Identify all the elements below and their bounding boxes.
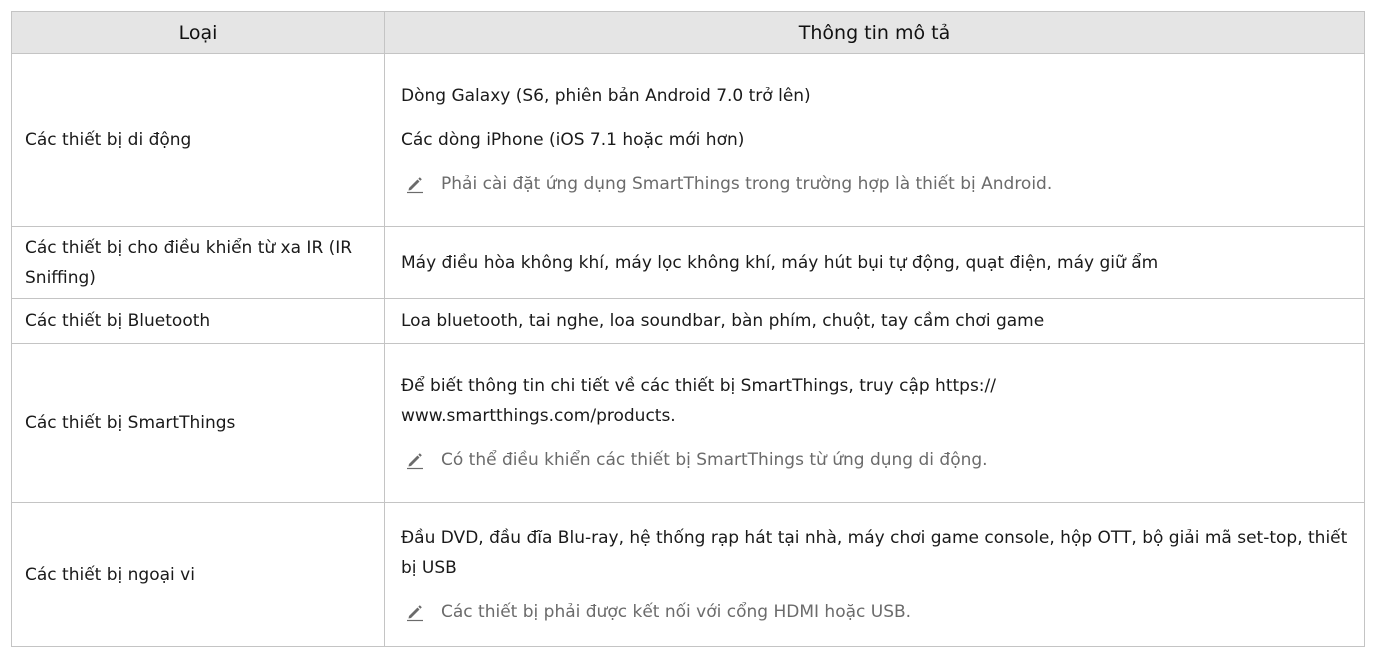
description-line: Loa bluetooth, tai nghe, loa soundbar, b…: [401, 311, 1045, 331]
note: Các thiết bị phải được kết nối với cổng …: [401, 597, 1348, 627]
header-description: Thông tin mô tả: [384, 11, 1365, 54]
note-text: Các thiết bị phải được kết nối với cổng …: [441, 601, 912, 622]
table-row: Các thiết bị SmartThings Để biết thông t…: [11, 343, 1365, 503]
note: Phải cài đặt ứng dụng SmartThings trong …: [401, 169, 1348, 199]
description-line: Máy điều hòa không khí, máy lọc không kh…: [401, 252, 1159, 273]
pencil-note-icon: [407, 177, 423, 194]
type-cell: Các thiết bị Bluetooth: [11, 298, 385, 344]
type-cell: Các thiết bị cho điều khiển từ xa IR (IR…: [11, 226, 385, 299]
table-row: Các thiết bị Bluetooth Loa bluetooth, ta…: [11, 298, 1365, 344]
table-row: Các thiết bị cho điều khiển từ xa IR (IR…: [11, 226, 1365, 299]
type-cell: Các thiết bị ngoại vi: [11, 502, 385, 647]
description-cell: Máy điều hòa không khí, máy lọc không kh…: [384, 226, 1365, 299]
pencil-note-icon: [407, 453, 423, 470]
header-type: Loại: [11, 11, 385, 54]
note: Có thể điều khiển các thiết bị SmartThin…: [401, 445, 1348, 475]
pencil-note-icon: [407, 604, 423, 621]
device-table: Loại Thông tin mô tả Các thiết bị di độn…: [11, 11, 1365, 647]
description-line: Các dòng iPhone (iOS 7.1 hoặc mới hơn): [401, 130, 745, 150]
type-cell: Các thiết bị di động: [11, 53, 385, 227]
type-cell: Các thiết bị SmartThings: [11, 343, 385, 503]
note-text: Có thể điều khiển các thiết bị SmartThin…: [441, 450, 988, 470]
table-row: Các thiết bị ngoại vi Đầu DVD, đầu đĩa B…: [11, 502, 1365, 647]
description-line: Để biết thông tin chi tiết về các thiết …: [401, 376, 996, 426]
description-cell: Loa bluetooth, tai nghe, loa soundbar, b…: [384, 298, 1365, 344]
table-row: Các thiết bị di động Dòng Galaxy (S6, ph…: [11, 53, 1365, 227]
note-text: Phải cài đặt ứng dụng SmartThings trong …: [441, 174, 1053, 194]
description-cell: Đầu DVD, đầu đĩa Blu-ray, hệ thống rạp h…: [384, 502, 1365, 647]
description-line: Đầu DVD, đầu đĩa Blu-ray, hệ thống rạp h…: [401, 527, 1348, 578]
description-line: Dòng Galaxy (S6, phiên bản Android 7.0 t…: [401, 86, 811, 106]
header-row: Loại Thông tin mô tả: [11, 11, 1365, 54]
description-cell: Dòng Galaxy (S6, phiên bản Android 7.0 t…: [384, 53, 1365, 227]
description-cell: Để biết thông tin chi tiết về các thiết …: [384, 343, 1365, 503]
